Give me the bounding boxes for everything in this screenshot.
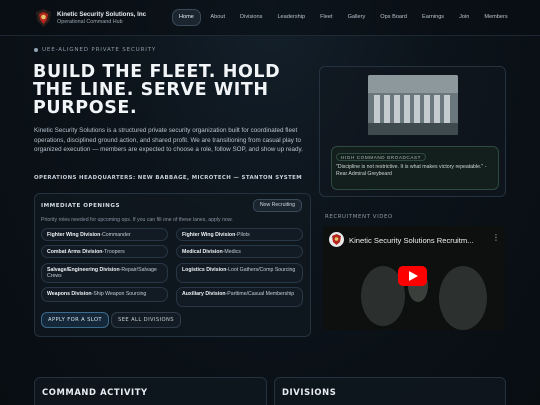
role-division: Combat Arms Division (47, 249, 103, 255)
role-division: Fighter Wing Division (47, 232, 101, 238)
channel-avatar-icon[interactable] (329, 232, 344, 247)
command-activity-panel: COMMAND ACTIVITY (34, 377, 267, 405)
immediate-openings-card: IMMEDIATE OPENINGS Now Recruiting Priori… (34, 193, 311, 337)
role-position: -Parttime/Casual Membership (225, 291, 295, 297)
role-position: -Ship Weapon Sourcing (91, 291, 147, 297)
role-division: Weapons Division (47, 291, 92, 297)
site-header: Kinetic Security Solutions, Inc Operatio… (0, 0, 540, 36)
nav-join[interactable]: Join (452, 9, 477, 26)
hero-title: BUILD THE FLEET. HOLD THE LINE. SERVE WI… (33, 62, 281, 118)
nav-gallery[interactable]: Gallery (340, 9, 373, 26)
nav-about[interactable]: About (203, 9, 233, 26)
brand-subtitle: Operational Command Hub (57, 19, 123, 25)
hero-media-card: HIGH COMMAND BROADCAST "Discipline is no… (319, 66, 506, 197)
play-icon[interactable] (398, 266, 427, 286)
role-division: Salvage/Engineering Division (47, 267, 120, 273)
broadcast-quote: "Discipline is not restrictive. It is wh… (336, 164, 487, 177)
brand-name[interactable]: Kinetic Security Solutions, Inc (57, 11, 146, 18)
role-division: Logistics Division (182, 267, 227, 273)
role-medical-medics[interactable]: Medical Division-Medics (176, 245, 303, 258)
role-division: Auxiliary Division (182, 291, 226, 297)
see-all-divisions-button[interactable]: SEE ALL DIVISIONS (111, 312, 181, 328)
fleet-image (368, 75, 458, 135)
recruitment-video-label: RECRUITMENT VIDEO (325, 214, 393, 220)
role-combat-troopers[interactable]: Combat Arms Division-Troopers (41, 245, 168, 258)
openings-title: IMMEDIATE OPENINGS (41, 203, 120, 209)
role-division: Fighter Wing Division (182, 232, 236, 238)
broadcast-label: HIGH COMMAND BROADCAST (336, 153, 427, 161)
role-logistics-loot[interactable]: Logistics Division-Loot Gathers/Comp Sou… (176, 263, 303, 283)
hero-description: Kinetic Security Solutions is a structur… (34, 127, 303, 154)
role-fighter-commander[interactable]: Fighter Wing Division-Commander (41, 228, 168, 241)
role-position: -Troopers (102, 249, 125, 255)
high-command-broadcast: HIGH COMMAND BROADCAST "Discipline is no… (331, 146, 499, 190)
eyebrow-text: UEE-ALIGNED PRIVATE SECURITY (42, 47, 157, 53)
nav-members[interactable]: Members (477, 9, 515, 26)
openings-subtitle: Priority roles needed for upcoming ops. … (41, 217, 233, 223)
recruitment-video-player[interactable]: Kinetic Security Solutions Recruitm... ⋮ (323, 226, 505, 330)
role-fighter-pilots[interactable]: Fighter Wing Division-Pilots (176, 228, 303, 241)
ksi-emblem-icon[interactable] (36, 9, 51, 27)
role-position: -Pilots (235, 232, 250, 238)
now-recruiting-badge: Now Recruiting (252, 199, 302, 212)
hero-eyebrow: UEE-ALIGNED PRIVATE SECURITY (34, 47, 156, 53)
kebab-menu-icon[interactable]: ⋮ (492, 233, 500, 242)
role-weapons-sourcing[interactable]: Weapons Division-Ship Weapon Sourcing (41, 287, 168, 302)
role-position: -Commander (100, 232, 131, 238)
nav-earnings[interactable]: Earnings (415, 9, 452, 26)
status-dot-icon (34, 48, 38, 52)
role-division: Medical Division (182, 249, 223, 255)
main-nav: Home About Divisions Leadership Fleet Ga… (172, 9, 515, 26)
nav-fleet[interactable]: Fleet (313, 9, 340, 26)
role-position: -Medics (222, 249, 241, 255)
role-salvage-crews[interactable]: Salvage/Engineering Division-Repair/Salv… (41, 263, 168, 283)
nav-leadership[interactable]: Leadership (270, 9, 313, 26)
nav-ops-board[interactable]: Ops Board (373, 9, 415, 26)
command-activity-title: COMMAND ACTIVITY (42, 387, 148, 397)
video-title[interactable]: Kinetic Security Solutions Recruitm... (349, 236, 489, 245)
divisions-title: DIVISIONS (282, 387, 337, 397)
divisions-panel: DIVISIONS (274, 377, 506, 405)
role-auxiliary-parttime[interactable]: Auxiliary Division-Parttime/Casual Membe… (176, 287, 303, 307)
hangar-image-icon (368, 75, 458, 135)
role-position: -Loot Gathers/Comp Sourcing (226, 267, 296, 273)
hq-location: OPERATIONS HEADQUARTERS: NEW BABBAGE, MI… (34, 175, 303, 181)
nav-home[interactable]: Home (172, 9, 201, 26)
nav-divisions[interactable]: Divisions (233, 9, 270, 26)
apply-button[interactable]: APPLY FOR A SLOT (41, 312, 109, 328)
